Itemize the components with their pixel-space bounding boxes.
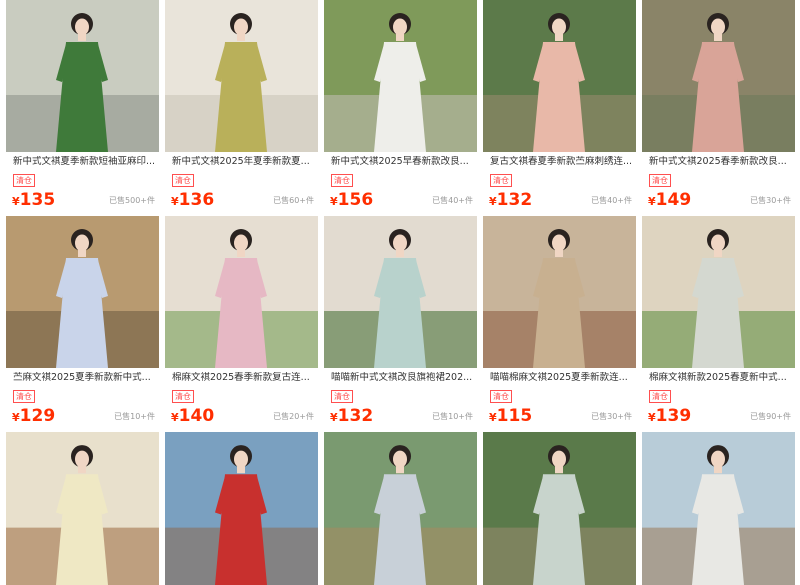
sales-count: 已售10+件: [114, 412, 155, 421]
product-title[interactable]: 棉麻文褀2025春季新款复古连...: [172, 372, 318, 384]
clearance-tag: 清仓: [172, 174, 194, 187]
price-value: 140: [178, 406, 215, 426]
product-price: ¥129: [12, 406, 55, 428]
price-value: 139: [655, 406, 692, 426]
price-value: 136: [178, 190, 215, 210]
clearance-tag: 清仓: [331, 174, 353, 187]
product-image[interactable]: [165, 432, 318, 585]
product-image[interactable]: [483, 216, 636, 368]
price-value: 132: [337, 406, 374, 426]
price-value: 135: [19, 190, 56, 210]
product-image[interactable]: [324, 432, 477, 585]
price-value: 132: [496, 190, 533, 210]
clearance-tag: 清仓: [13, 174, 35, 187]
product-title[interactable]: 喵喵棉麻文褀2025夏季新款连...: [490, 372, 636, 384]
sales-count: 已售90+件: [750, 412, 791, 421]
currency-symbol: ¥: [648, 195, 656, 208]
product-image[interactable]: [165, 216, 318, 368]
product-image[interactable]: [6, 0, 159, 152]
product-title[interactable]: 新中式文褀2025春季新款改良...: [649, 156, 795, 168]
sales-count: 已售30+件: [591, 412, 632, 421]
currency-symbol: ¥: [171, 411, 179, 424]
sales-count: 已售60+件: [273, 196, 314, 205]
clearance-tag: 清仓: [490, 174, 512, 187]
price-value: 115: [496, 406, 533, 426]
currency-symbol: ¥: [171, 195, 179, 208]
currency-symbol: ¥: [330, 195, 338, 208]
product-title[interactable]: 复古文褀春夏季新款苎麻刺绣连...: [490, 156, 636, 168]
product-price: ¥115: [489, 406, 532, 428]
sales-count: 已售10+件: [432, 412, 473, 421]
product-title[interactable]: 新中式文褀2025年夏季新款夏...: [172, 156, 318, 168]
sales-count: 已售40+件: [591, 196, 632, 205]
clearance-tag: 清仓: [331, 390, 353, 403]
product-image[interactable]: [165, 0, 318, 152]
product-title[interactable]: 新中式文褀夏季新款短袖亚麻印...: [13, 156, 159, 168]
product-price: ¥156: [330, 190, 373, 212]
product-title[interactable]: 新中式文褀2025早春新款改良...: [331, 156, 477, 168]
sales-count: 已售500+件: [109, 196, 155, 205]
currency-symbol: ¥: [489, 411, 497, 424]
product-title[interactable]: 棉麻文褀新款2025春夏新中式...: [649, 372, 795, 384]
product-grid: 新中式文褀夏季新款短袖亚麻印... 清仓 ¥135 已售500+件 新中式文褀2025年…: [0, 0, 800, 585]
product-price: ¥132: [489, 190, 532, 212]
product-title[interactable]: 苎麻文褀2025夏季新款新中式...: [13, 372, 159, 384]
product-image[interactable]: [483, 432, 636, 585]
currency-symbol: ¥: [489, 195, 497, 208]
product-price: ¥140: [171, 406, 214, 428]
product-title[interactable]: 喵喵新中式文褀改良旗袍裙202...: [331, 372, 477, 384]
product-image[interactable]: [642, 0, 795, 152]
clearance-tag: 清仓: [172, 390, 194, 403]
product-price: ¥136: [171, 190, 214, 212]
currency-symbol: ¥: [648, 411, 656, 424]
price-value: 149: [655, 190, 692, 210]
sales-count: 已售40+件: [432, 196, 473, 205]
sales-count: 已售30+件: [750, 196, 791, 205]
sales-count: 已售20+件: [273, 412, 314, 421]
product-image[interactable]: [324, 216, 477, 368]
price-value: 156: [337, 190, 374, 210]
product-price: ¥132: [330, 406, 373, 428]
product-price: ¥135: [12, 190, 55, 212]
product-price: ¥149: [648, 190, 691, 212]
currency-symbol: ¥: [12, 195, 20, 208]
clearance-tag: 清仓: [649, 174, 671, 187]
product-image[interactable]: [642, 216, 795, 368]
currency-symbol: ¥: [12, 411, 20, 424]
product-image[interactable]: [324, 0, 477, 152]
product-image[interactable]: [6, 432, 159, 585]
product-image[interactable]: [642, 432, 795, 585]
clearance-tag: 清仓: [490, 390, 512, 403]
clearance-tag: 清仓: [13, 390, 35, 403]
product-image[interactable]: [6, 216, 159, 368]
price-value: 129: [19, 406, 56, 426]
clearance-tag: 清仓: [649, 390, 671, 403]
product-price: ¥139: [648, 406, 691, 428]
currency-symbol: ¥: [330, 411, 338, 424]
product-image[interactable]: [483, 0, 636, 152]
